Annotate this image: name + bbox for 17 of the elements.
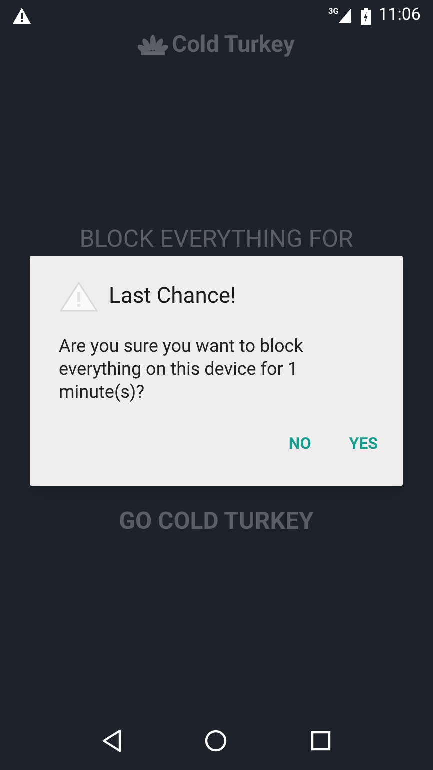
go-cold-turkey-button[interactable]: GO COLD TURKEY xyxy=(119,502,314,538)
app-title: Cold Turkey xyxy=(172,30,295,60)
dialog-button[interactable]: YES xyxy=(337,426,390,462)
warning-icon xyxy=(59,280,99,312)
warning-icon xyxy=(13,8,31,24)
signal-icon xyxy=(338,9,351,23)
recents-icon[interactable] xyxy=(311,731,332,751)
battery-icon xyxy=(360,8,371,24)
clock: 11:06 xyxy=(378,4,421,28)
home-icon[interactable] xyxy=(205,730,228,752)
peacock-logo-icon xyxy=(138,35,168,56)
dialog-button[interactable]: NO xyxy=(276,426,324,462)
network-type: 3G xyxy=(328,6,339,18)
back-icon[interactable] xyxy=(102,730,122,752)
dialog-title: Last Chance! xyxy=(109,283,236,311)
dialog-message: Are you sure you want to block everything on this device for 1 minute(s)? xyxy=(59,335,304,404)
duration-heading: BLOCK EVERYTHING FOR xyxy=(80,226,354,250)
